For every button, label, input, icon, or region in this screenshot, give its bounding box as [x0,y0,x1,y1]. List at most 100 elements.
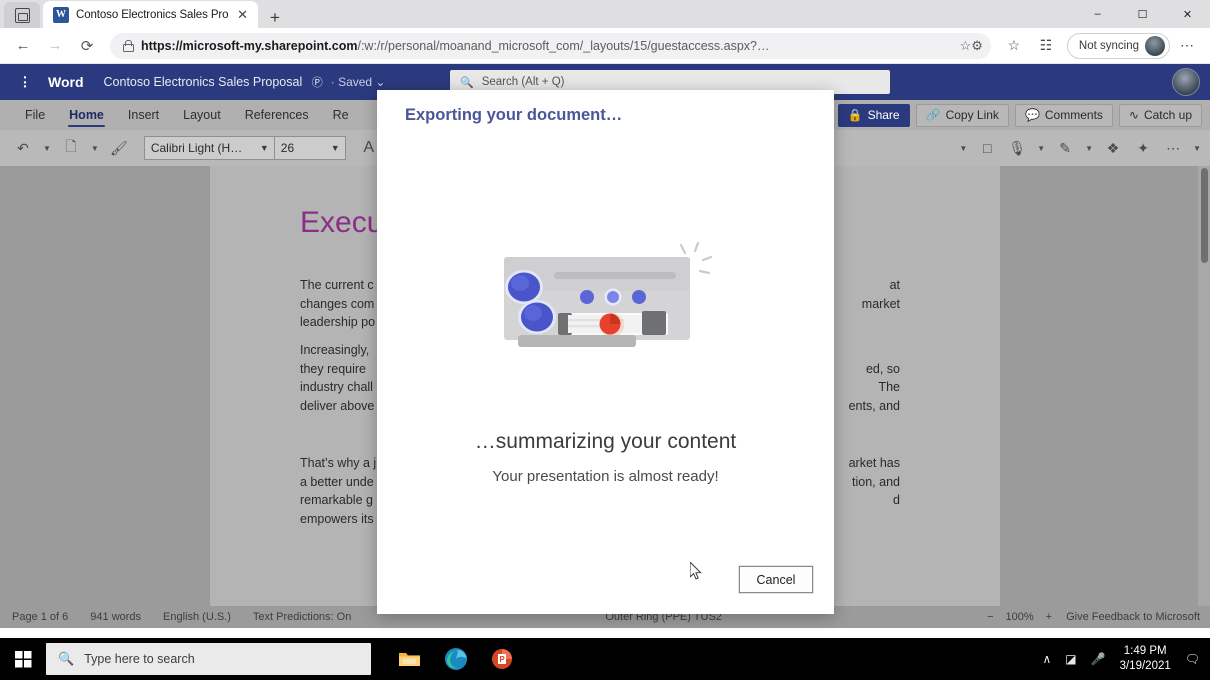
page-count[interactable]: Page 1 of 6 [12,611,68,623]
paragraph-line: at [889,278,900,292]
user-avatar[interactable] [1172,68,1200,96]
font-name-chevron-down-icon[interactable]: ▼ [255,143,274,153]
taskbar-apps: P [389,638,523,680]
address-bar[interactable]: https://microsoft-my.sharepoint.com/:w:/… [110,32,991,59]
clock-time: 1:49 PM [1123,645,1167,657]
paste-icon[interactable]: 🗋 [58,135,84,161]
comment-icon: 💬 [1024,108,1040,122]
paste-chevron-down-icon[interactable]: ▼ [88,144,102,153]
ribbon-tab-references[interactable]: References [234,100,320,130]
editor-chevron-down-icon[interactable]: ▼ [1082,144,1096,153]
chevron-up-icon[interactable]: ∧ [1043,652,1052,666]
save-status[interactable]: · Saved ⌄ [331,75,386,89]
export-machine-illustration [482,235,722,365]
taskbar-search-input[interactable]: 🔍 Type here to search [46,643,371,675]
powerpoint-icon[interactable]: P [481,638,523,680]
font-controls: Calibri Light (H… ▼ 26 ▼ [143,136,346,160]
language-status[interactable]: English (U.S.) [163,611,231,623]
close-tab-icon[interactable]: ✕ [235,8,250,21]
search-icon: 🔍 [460,76,474,89]
microsoft-edge-icon[interactable] [435,638,477,680]
app-launcher-icon[interactable] [10,75,40,89]
microphone-icon[interactable]: 🎤 [1091,652,1106,666]
file-explorer-icon[interactable] [389,638,431,680]
browser-more-icon[interactable]: ⋯ [1172,32,1202,60]
designer-icon[interactable]: ✦ [1130,135,1156,161]
copy-link-label: Copy Link [945,108,999,122]
share-label: Share [867,108,900,122]
tab-actions-icon[interactable] [4,2,40,28]
word-count[interactable]: 941 words [90,611,141,623]
paragraph-line: Increasingly, [300,343,370,357]
comments-button[interactable]: 💬 Comments [1014,103,1113,127]
maximize-button[interactable]: ☐ [1120,0,1165,28]
back-icon[interactable]: ← [8,32,38,60]
format-painter-icon[interactable]: 🖌 [106,135,132,161]
system-tray: ∧ ◪ 🎤 1:49 PM 3/19/2021 🗨 [1043,638,1210,680]
ribbon-tab-insert[interactable]: Insert [117,100,170,130]
ribbon-tab-file[interactable]: File [14,100,56,130]
reuse-files-icon[interactable]: ❖ [1100,135,1126,161]
search-placeholder: Search (Alt + Q) [481,76,565,88]
forward-icon[interactable]: → [40,32,70,60]
favorite-settings-icon[interactable]: ☆⚙ [960,33,983,59]
url-host: https://microsoft-my.sharepoint.com [141,38,358,53]
dictate-chevron-down-icon[interactable]: ▼ [1034,144,1048,153]
paragraph-line: tion, and [852,474,900,489]
vertical-scrollbar[interactable] [1198,166,1210,606]
undo-icon[interactable]: ↶ [10,135,36,161]
font-name-select[interactable]: Calibri Light (H… [145,141,255,155]
minimize-button[interactable]: – [1075,0,1120,28]
document-title[interactable]: Contoso Electronics Sales Proposal Ⓟ [104,74,323,90]
editor-icon[interactable]: ✎ [1052,135,1078,161]
paragraph-line: The [878,380,900,394]
windows-taskbar: 🔍 Type here to search P ∧ ◪ 🎤 1:49 PM 3/… [0,638,1210,680]
network-icon[interactable]: ◪ [1065,652,1076,666]
undo-chevron-down-icon[interactable]: ▼ [40,144,54,153]
share-button[interactable]: 🔒 Share [837,103,910,127]
browser-tab-strip: W Contoso Electronics Sales Propo ✕ + – … [0,0,1210,28]
ribbon-tab-home[interactable]: Home [58,100,115,130]
styles-chevron-down-icon[interactable]: ▼ [956,144,970,153]
paragraph-line: d [893,493,900,507]
dialog-sub-text: Your presentation is almost ready! [492,468,719,485]
ribbon-tab-review[interactable]: Re [322,100,360,130]
give-feedback-link[interactable]: Give Feedback to Microsoft [1066,611,1200,623]
dialog-title: Exporting your document… [405,106,623,124]
notification-icon[interactable]: 🗨 [1185,652,1200,666]
zoom-level[interactable]: 100% [1006,611,1034,623]
ribbon-collapse-icon[interactable]: ▼ [1190,144,1204,153]
favorites-icon[interactable]: ☆ [999,32,1029,60]
close-window-button[interactable]: ✕ [1165,0,1210,28]
paragraph-line: arket has [848,456,900,470]
reload-icon[interactable]: ⟳ [72,32,102,60]
ribbon-more-icon[interactable]: ⋯ [1160,135,1186,161]
lock-icon [122,39,134,52]
link-icon: 🔗 [925,108,941,122]
taskbar-search-placeholder: Type here to search [84,652,195,666]
profile-sync-button[interactable]: Not syncing [1066,32,1170,59]
text-predictions-status[interactable]: Text Predictions: On [253,611,351,623]
clock[interactable]: 1:49 PM 3/19/2021 [1120,644,1171,674]
browser-tab[interactable]: W Contoso Electronics Sales Propo ✕ [43,1,258,28]
new-tab-button[interactable]: + [258,9,290,28]
font-size-select[interactable]: 26 [273,136,326,160]
copy-link-button[interactable]: 🔗 Copy Link [915,103,1009,127]
zoom-controls: − 100% + [987,611,1052,623]
search-icon: 🔍 [58,651,75,666]
scrollbar-thumb[interactable] [1200,168,1208,263]
paragraph-line: market [861,296,900,311]
zoom-in-button[interactable]: + [1046,611,1052,623]
paragraph-line: ents, and [848,398,900,413]
paragraph-line: leadership po [300,315,376,329]
profile-avatar[interactable] [1145,35,1165,56]
font-size-chevron-down-icon[interactable]: ▼ [326,143,345,153]
cancel-button[interactable]: Cancel [739,566,813,593]
dictate-icon[interactable]: 🎙 [1004,135,1030,161]
windows-start-icon[interactable] [0,638,46,680]
catch-up-button[interactable]: ∿ Catch up [1118,103,1202,127]
collections-icon[interactable]: ☷ [1031,32,1061,60]
styles-icon[interactable]: □ [974,135,1000,161]
ribbon-tab-layout[interactable]: Layout [172,100,232,130]
zoom-out-button[interactable]: − [987,611,993,623]
